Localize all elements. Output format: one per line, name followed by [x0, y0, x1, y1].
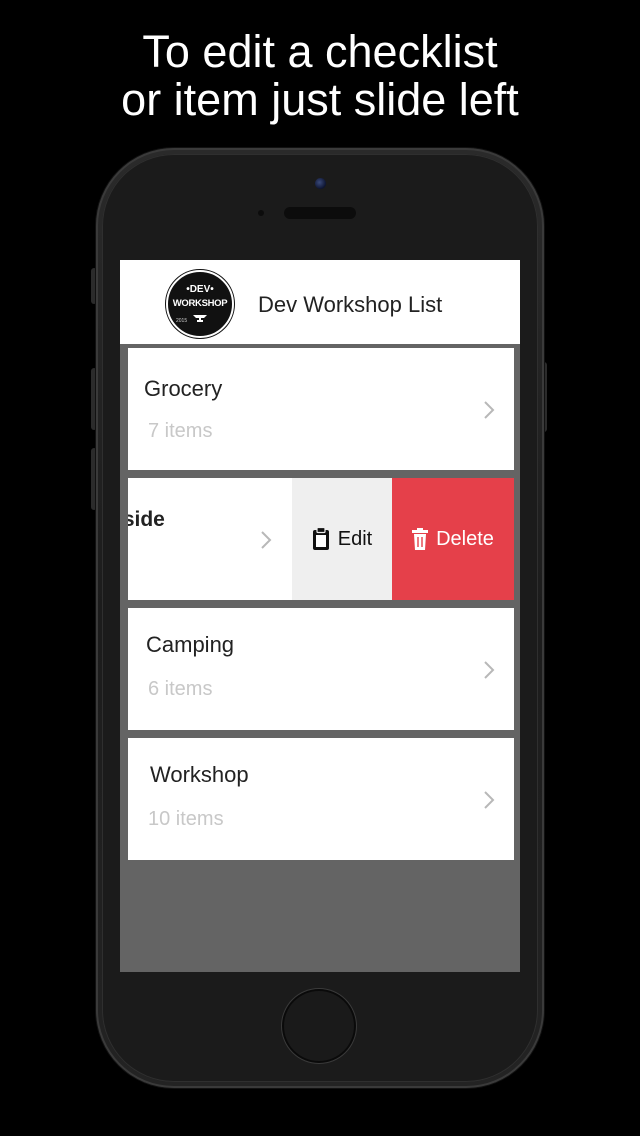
edit-label: Edit [337, 527, 373, 550]
logo-main-text: WORKSHOP [172, 298, 228, 309]
anvil-icon [193, 315, 207, 322]
chevron-right-icon [484, 791, 495, 809]
list-item-grocery[interactable]: Grocery 7 items [128, 348, 514, 470]
delete-button[interactable]: Delete [392, 478, 514, 600]
delete-label: Delete [436, 527, 494, 550]
clipboard-icon [312, 527, 329, 550]
logo-top-text: •DEV• [186, 284, 214, 295]
list-item-count: 10 items [148, 808, 224, 830]
chevron-right-icon [484, 661, 495, 679]
page-title: Dev Workshop List [258, 292, 443, 317]
list-item-title: Camping [146, 632, 235, 657]
list-item-count: 6 items [148, 678, 213, 700]
home-button [284, 991, 354, 1061]
earpiece-speaker [284, 207, 356, 219]
trash-icon [412, 528, 429, 550]
list-item-title: Grocery [144, 376, 223, 401]
list-item-count: 7 items [148, 420, 213, 442]
swiped-item-content[interactable]: nside [128, 478, 292, 600]
app-screen: •DEV• WORKSHOP 2015 Dev Workshop List Gr… [120, 260, 520, 972]
nav-bar: •DEV• WORKSHOP 2015 Dev Workshop List [120, 260, 520, 344]
front-camera [315, 178, 326, 189]
list-item-camping[interactable]: Camping 6 items [128, 608, 514, 730]
list-item-swiped[interactable]: nside Edit Delete [128, 478, 514, 600]
list-item-title: nside [128, 508, 165, 531]
chevron-right-icon [484, 401, 495, 419]
dev-workshop-logo: •DEV• WORKSHOP 2015 [166, 270, 234, 338]
proximity-sensor [258, 210, 264, 216]
list-item-title: Workshop [150, 762, 249, 787]
edit-button[interactable]: Edit [292, 478, 392, 600]
promo-caption: To edit a checklist or item just slide l… [0, 28, 640, 124]
caption-line-2: or item just slide left [121, 74, 519, 125]
list-item-workshop[interactable]: Workshop 10 items [128, 738, 514, 860]
chevron-right-icon [261, 531, 272, 549]
logo-year-text: 2015 [176, 318, 188, 324]
caption-line-1: To edit a checklist [142, 26, 498, 77]
